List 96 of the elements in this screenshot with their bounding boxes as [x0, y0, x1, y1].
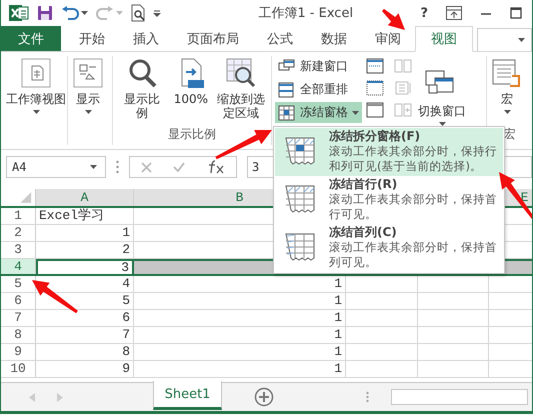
freeze-grid-icon [285, 233, 315, 263]
menu-item[interactable]: 冻结拆分窗格(F) 滚动工作表其余部分时，保持行和列可见(基于当前的选择)。 [275, 128, 503, 176]
ribbon-button[interactable]: 显示 [71, 56, 105, 116]
ribbon-tab[interactable]: 视图 [415, 26, 473, 52]
show-icon [73, 58, 103, 88]
caret-icon[interactable] [504, 110, 510, 114]
row-header[interactable]: 6 [1, 293, 36, 309]
hide-window-icon[interactable] [366, 80, 384, 96]
row-header[interactable]: 4 [1, 259, 36, 274]
freeze-grid-icon [278, 104, 296, 120]
ribbon-button[interactable]: 缩放到选定区域 [214, 56, 268, 122]
row-header[interactable]: 2 [1, 225, 36, 241]
function-icon[interactable] [207, 160, 226, 174]
row-header[interactable]: 3 [1, 242, 36, 258]
ribbon-button[interactable]: 100% [172, 56, 210, 108]
window-title: 工作簿1 - Excel [258, 5, 354, 22]
column-header[interactable]: A [36, 189, 134, 206]
customize-caret-icon[interactable] [153, 9, 161, 17]
drag-handle-icon[interactable] [366, 391, 369, 403]
row-header[interactable]: 7 [1, 310, 36, 326]
freeze-grid-icon [285, 185, 315, 215]
ribbon-tab[interactable]: 插入 [119, 26, 173, 51]
ribbon-button[interactable]: 工作簿视图 [4, 56, 68, 116]
table-cell: 1 [134, 361, 346, 377]
freeze-grid-icon [285, 137, 315, 167]
group-label: 显示比例 [167, 126, 217, 143]
row-header[interactable]: 9 [1, 344, 36, 360]
row-header[interactable]: 1 [1, 208, 36, 224]
menu-item-description: 滚动工作表其余部分时，保持首列可见。 [329, 240, 498, 270]
magnifier-icon [126, 58, 157, 88]
window-icon[interactable] [366, 102, 384, 118]
annotation-arrow [382, 8, 405, 30]
menu-item-title: 冻结首列(C) [329, 225, 398, 240]
table-cell: 1 [134, 293, 346, 309]
annotation-arrow [499, 172, 532, 219]
drag-handle-icon[interactable] [116, 160, 119, 174]
table-cell: 1 [134, 327, 346, 343]
arrange-windows-icon [278, 82, 296, 98]
caret-icon [116, 11, 123, 15]
account-field[interactable] [477, 28, 532, 51]
table-cell: 9 [36, 361, 134, 377]
name-box[interactable]: A4 [6, 156, 106, 178]
ribbon-tab[interactable]: 数据 [307, 26, 361, 51]
grid-magnifier-icon [226, 58, 256, 88]
table-cell: 8 [36, 344, 134, 360]
print-preview-icon[interactable] [131, 4, 145, 22]
caret-icon[interactable] [518, 38, 525, 42]
add-sheet-icon[interactable] [254, 387, 274, 407]
ribbon-button[interactable]: 新建窗口 [275, 56, 362, 77]
caret-icon[interactable] [32, 110, 40, 114]
horizontal-scrollbar[interactable] [391, 389, 528, 405]
redo-icon [96, 6, 114, 20]
previous-sheet-icon [29, 392, 35, 402]
cancel-icon [140, 162, 152, 172]
table-cell: 1 [36, 225, 134, 241]
file-tab[interactable]: 文件 [1, 26, 61, 51]
undo-icon[interactable] [61, 6, 79, 20]
ribbon-button[interactable]: 冻结窗格 [275, 102, 362, 123]
ribbon-button[interactable]: 全部重排 [275, 79, 362, 100]
row-header[interactable]: 8 [1, 327, 36, 343]
ribbon-button[interactable]: 显示比例 [116, 56, 168, 122]
enter-icon [173, 162, 186, 172]
ribbon-display-icon[interactable] [446, 6, 462, 20]
annotation-arrow [215, 130, 272, 160]
table-cell: 3 [36, 259, 134, 274]
annotation-arrow [32, 280, 78, 314]
menu-item[interactable]: 冻结首列(C) 滚动工作表其余部分时，保持首列可见。 [275, 224, 503, 272]
row-header[interactable]: 10 [1, 361, 36, 377]
sheet-tab[interactable]: Sheet1 [153, 381, 222, 410]
macro-sheet-icon [492, 58, 522, 88]
ribbon-tab[interactable]: 公式 [253, 26, 307, 51]
table-cell: Excel学习 [36, 208, 134, 224]
table-cell: 1 [134, 276, 346, 292]
table-cell: 1 [134, 344, 346, 360]
ribbon-button[interactable]: 切换窗口 [416, 56, 468, 128]
caret-icon[interactable] [352, 110, 359, 114]
maximize-icon[interactable] [510, 7, 522, 19]
help-button[interactable]: ? [420, 6, 428, 20]
table-cell: 7 [36, 327, 134, 343]
menu-item-description: 滚动工作表其余部分时，保持行和列可见(基于当前的选择)。 [329, 144, 498, 174]
caret-icon[interactable] [90, 165, 97, 169]
next-sheet-icon [57, 392, 63, 402]
caret-icon[interactable] [81, 11, 88, 15]
save-icon[interactable] [37, 5, 53, 21]
menu-item-title: 冻结首行(R) [329, 177, 398, 192]
workbook-view-icon [21, 58, 51, 88]
menu-item-title: 冻结拆分窗格(F) [329, 129, 422, 144]
ribbon-tab[interactable]: 开始 [65, 26, 119, 51]
table-cell: 2 [36, 242, 134, 258]
ribbon-tab[interactable]: 页面布局 [173, 26, 253, 51]
table-cell: 1 [134, 310, 346, 326]
ribbon-tab[interactable]: 审阅 [361, 26, 415, 51]
excel-logo-icon [9, 3, 29, 23]
split-window-icon[interactable] [366, 58, 384, 74]
caret-icon[interactable] [84, 110, 92, 114]
ribbon-button[interactable]: 宏 [490, 56, 524, 116]
